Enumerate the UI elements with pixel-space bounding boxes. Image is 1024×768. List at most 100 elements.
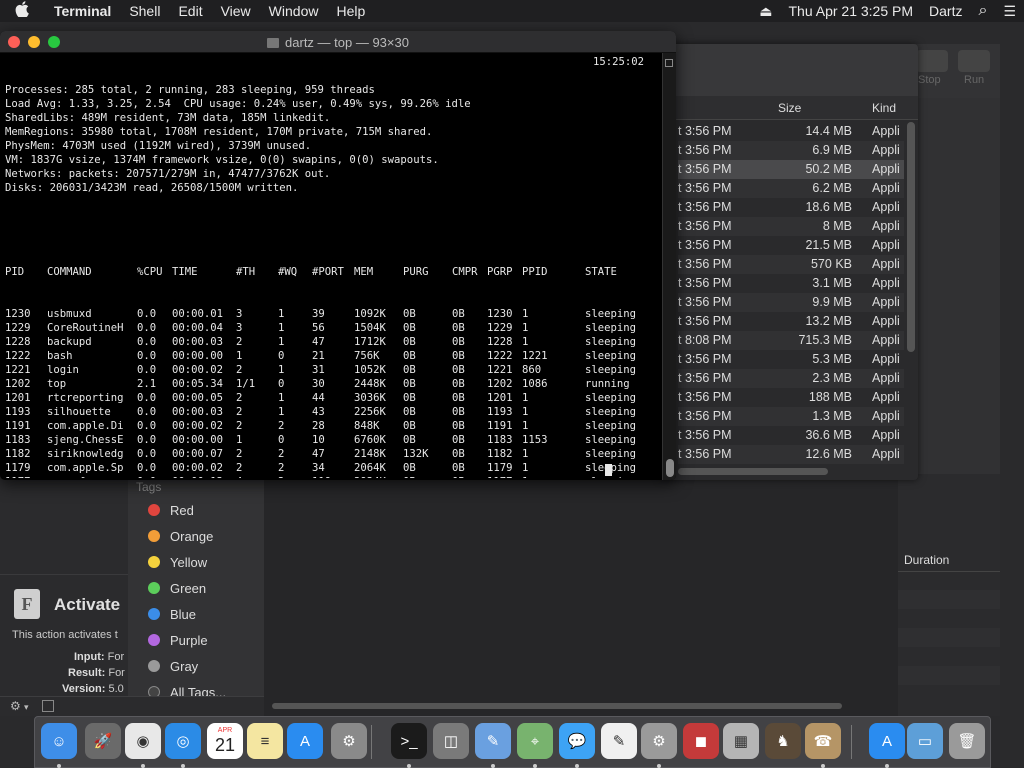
menu-clock[interactable]: Thu Apr 21 3:25 PM — [780, 3, 921, 19]
run-button[interactable] — [958, 50, 990, 72]
file-row[interactable]: t 3:56 PM 3.1 MB Appli — [678, 274, 904, 293]
file-row[interactable]: t 3:56 PM 12.6 MB Appli — [678, 445, 904, 464]
dock-terminal-icon[interactable]: >_ — [391, 723, 427, 759]
terminal-titlebar[interactable]: dartz — top — 93×30 — [0, 31, 676, 53]
tag-purple[interactable]: Purple — [148, 630, 208, 650]
process-cell: 43 — [312, 406, 325, 418]
tag-orange[interactable]: Orange — [148, 526, 213, 546]
dock-calculator-icon[interactable]: ▦ — [723, 723, 759, 759]
app-glyph: ◫ — [443, 733, 459, 750]
menu-view[interactable]: View — [212, 3, 260, 19]
file-kind: Appli — [872, 447, 900, 461]
dock-messages-icon[interactable]: 💬 — [559, 723, 595, 759]
scroll-thumb[interactable] — [272, 703, 842, 709]
menu-help[interactable]: Help — [327, 3, 374, 19]
file-row[interactable]: t 3:56 PM 6.2 MB Appli — [678, 179, 904, 198]
dock-photo-booth-icon[interactable]: ◼ — [683, 723, 719, 759]
stop-button[interactable] — [916, 50, 948, 72]
finder-horizontal-scrollbar[interactable] — [678, 468, 828, 475]
dock-preview-icon[interactable]: ✎ — [475, 723, 511, 759]
version-row: Version: 5.0 — [62, 683, 124, 695]
eject-icon[interactable]: ⏏ — [751, 3, 780, 20]
dock-calendar-icon[interactable]: APR 21 — [207, 723, 243, 759]
menu-shell[interactable]: Shell — [120, 3, 169, 19]
chevron-down-icon[interactable]: ▾ — [24, 702, 29, 713]
file-row[interactable]: t 3:56 PM 36.6 MB Appli — [678, 426, 904, 445]
file-row[interactable]: t 3:56 PM 5.3 MB Appli — [678, 350, 904, 369]
file-row[interactable]: t 3:56 PM 6.9 MB Appli — [678, 141, 904, 160]
dock-automator-icon[interactable]: ⚙ — [641, 723, 677, 759]
process-cell: 1 — [236, 350, 243, 362]
column-size[interactable]: Size — [778, 101, 801, 115]
file-date: t 3:56 PM — [678, 257, 732, 271]
file-row[interactable]: t 3:56 PM 1.3 MB Appli — [678, 407, 904, 426]
dock-chrome-icon[interactable]: ◉ — [125, 723, 161, 759]
terminal-output[interactable]: Processes: 285 total, 2 running, 283 sle… — [5, 55, 661, 478]
process-cell: 0B — [452, 392, 465, 404]
tag-label: Yellow — [170, 554, 208, 570]
dock-screenshot-icon[interactable]: ◫ — [433, 723, 469, 759]
menu-window[interactable]: Window — [260, 3, 328, 19]
process-cell: 1 — [522, 475, 585, 478]
file-row[interactable]: t 3:56 PM 18.6 MB Appli — [678, 198, 904, 217]
process-cell: 00:00.07 — [172, 448, 224, 460]
dock-trash-icon[interactable]: 🗑 — [949, 723, 985, 759]
collapse-box-icon[interactable] — [42, 700, 54, 712]
file-row[interactable]: t 3:56 PM 570 KB Appli — [678, 255, 904, 274]
tag-green[interactable]: Green — [148, 578, 206, 598]
tag-yellow[interactable]: Yellow — [148, 552, 207, 572]
dock-app-store-2-icon[interactable]: A — [869, 723, 905, 759]
process-cell: 56 — [312, 322, 325, 334]
dock-textedit-icon[interactable]: ✎ — [601, 723, 637, 759]
process-cell: 39 — [312, 308, 325, 320]
file-row[interactable]: t 3:56 PM 21.5 MB Appli — [678, 236, 904, 255]
dock-system-preferences-icon[interactable]: ⚙ — [331, 723, 367, 759]
file-row[interactable]: t 3:56 PM 13.2 MB Appli — [678, 312, 904, 331]
process-cell: 1191 — [5, 420, 31, 432]
dock-notes-icon[interactable]: ≡ — [247, 723, 283, 759]
workflow-scrollbar[interactable] — [272, 702, 872, 710]
dock-downloads-icon[interactable]: ▭ — [907, 723, 943, 759]
automator-bottom-bar: ⚙ ▾ — [0, 696, 264, 716]
app-glyph: ◉ — [136, 733, 150, 750]
app-glyph: >_ — [400, 732, 418, 750]
version-label: Version: — [62, 683, 106, 695]
gear-icon[interactable]: ⚙ — [10, 699, 21, 713]
dock-app-store-icon[interactable]: A — [287, 723, 323, 759]
dock-chess-icon[interactable]: ♞ — [765, 723, 801, 759]
scroll-thumb[interactable] — [666, 459, 674, 477]
process-row: 1191 com.apple.Di 0.0 00:00.02 2 2 28 848K 0B 0B 1… — [5, 419, 661, 433]
menu-app-terminal[interactable]: Terminal — [44, 3, 120, 19]
dock-launchpad-icon[interactable]: 🚀 — [85, 723, 121, 759]
spotlight-search-icon[interactable]: ⌕ — [970, 2, 995, 20]
apple-menu-icon[interactable] — [0, 1, 44, 21]
file-row[interactable]: t 8:08 PM 715.3 MB Appli — [678, 331, 904, 350]
running-indicator — [407, 764, 411, 768]
file-row[interactable]: t 3:56 PM 50.2 MB Appli — [678, 160, 904, 179]
column-kind[interactable]: Kind — [872, 101, 896, 115]
finder-vertical-scrollbar[interactable] — [907, 122, 915, 352]
menu-edit[interactable]: Edit — [169, 3, 211, 19]
duration-header[interactable]: Duration — [898, 546, 1000, 572]
notification-center-icon[interactable]: ☰ — [995, 3, 1024, 20]
process-cell: 0.0 — [137, 336, 157, 348]
tag-blue[interactable]: Blue — [148, 604, 196, 624]
menu-user[interactable]: Dartz — [921, 3, 970, 19]
terminal-scrollbar[interactable] — [662, 53, 676, 480]
dock-maps-icon[interactable]: ⌖ — [517, 723, 553, 759]
file-row[interactable]: t 3:56 PM 9.9 MB Appli — [678, 293, 904, 312]
file-row[interactable]: t 3:56 PM 8 MB Appli — [678, 217, 904, 236]
dock-contacts-icon[interactable]: ☎ — [805, 723, 841, 759]
file-row[interactable]: t 3:56 PM 2.3 MB Appli — [678, 369, 904, 388]
dock-safari-icon[interactable]: ◎ — [165, 723, 201, 759]
workflow-area[interactable] — [264, 474, 898, 716]
file-row[interactable]: t 3:56 PM 188 MB Appli — [678, 388, 904, 407]
app-glyph: ✎ — [486, 733, 500, 750]
tag-gray[interactable]: Gray — [148, 656, 198, 676]
tag-red[interactable]: Red — [148, 500, 194, 520]
file-row[interactable]: t 3:56 PM 14.4 MB Appli — [678, 122, 904, 141]
process-cell: 0B — [452, 406, 465, 418]
process-cell: 00:00.05 — [172, 392, 224, 404]
result-row: Result: For — [68, 667, 125, 679]
dock-finder-icon[interactable]: ☺ — [41, 723, 77, 759]
